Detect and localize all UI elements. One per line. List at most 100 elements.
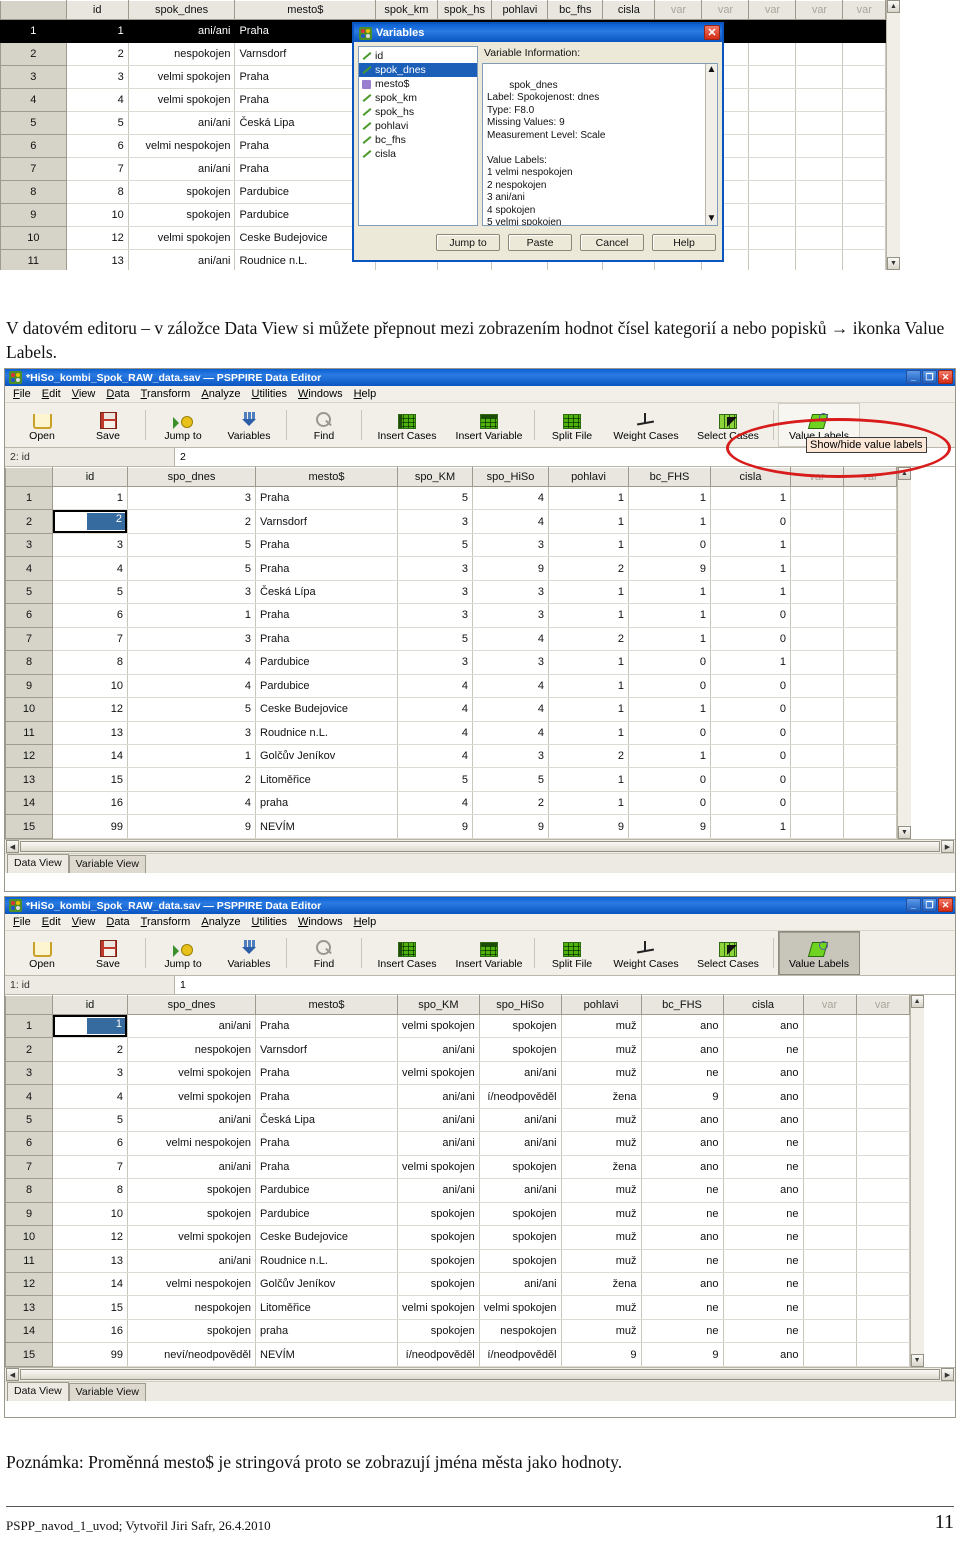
cell-spo_HiSo[interactable]: ani/ani	[479, 1061, 562, 1086]
cell-pohlavi[interactable]: 1	[548, 603, 629, 628]
cell-var[interactable]	[803, 1225, 857, 1250]
menu-item-windows[interactable]: Windows	[298, 916, 343, 928]
cell-spo_KM[interactable]: spokojen	[397, 1272, 480, 1297]
cell-bc_FHS[interactable]: 1	[628, 744, 711, 769]
cell-spo_KM[interactable]: 5	[397, 486, 473, 511]
column-header-var-9[interactable]: var	[701, 0, 750, 20]
horizontal-scroll-thumb[interactable]	[20, 841, 940, 852]
cell-spo_dnes[interactable]: spokojen	[127, 1319, 256, 1344]
cell-var[interactable]	[748, 203, 797, 227]
cell-spo_HiSo[interactable]: ani/ani	[479, 1178, 562, 1203]
cell-cisla[interactable]: 0	[710, 509, 791, 534]
cell-id[interactable]: 5	[66, 111, 129, 135]
table-row[interactable]: 3 3 5 Praha 5 3 1 0 1	[5, 532, 897, 558]
cell-spo_dnes[interactable]: ani/ani	[127, 1249, 256, 1273]
cell-cisla[interactable]: ne	[723, 1202, 804, 1227]
cell-spo_dnes[interactable]: 4	[127, 650, 256, 675]
cell-spo_dnes[interactable]: nespokojen	[127, 1295, 256, 1320]
cell-id[interactable]: 4	[52, 556, 128, 581]
table-row[interactable]: 1 1 ani/ani Praha velmi spokojen spokojen muž a…	[5, 1013, 910, 1039]
cell-mesto$[interactable]: Pardubice	[255, 674, 398, 699]
cell-spo_KM[interactable]: velmi spokojen	[397, 1295, 480, 1320]
row-header[interactable]: 11	[0, 249, 67, 270]
minimize-button[interactable]: _	[906, 370, 921, 384]
cell-spo_dnes[interactable]: nespokojen	[127, 1037, 256, 1062]
cell-id[interactable]: 15	[52, 767, 128, 792]
cell-id[interactable]: 12	[52, 1225, 128, 1250]
cell-id[interactable]: 6	[66, 134, 129, 158]
cell-bc_FHS[interactable]: ano	[641, 1108, 724, 1133]
dialog-button-help[interactable]: Help	[652, 234, 716, 251]
cell-mesto$[interactable]: Varnsdorf	[255, 509, 398, 534]
cell-cisla[interactable]: ne	[723, 1249, 804, 1273]
cell-spo_dnes[interactable]: velmi nespokojen	[127, 1272, 256, 1297]
cell-spo_HiSo[interactable]: 4	[472, 697, 549, 722]
menu-item-analyze[interactable]: Analyze	[201, 916, 240, 928]
table-row[interactable]: 4 4 velmi spokojen Praha ani/ani í/neodpovědě…	[5, 1084, 910, 1109]
table-row[interactable]: 12 14 velmi nespokojen Golčův Jeníkov spokoj…	[5, 1271, 910, 1297]
column-header-mesto-2[interactable]: mesto$	[255, 995, 398, 1015]
cell-spo_HiSo[interactable]: 3	[472, 744, 549, 769]
row-header[interactable]: 2	[5, 509, 53, 534]
cell-var[interactable]	[843, 721, 897, 745]
toolbar-button-jump-to[interactable]: Jump to	[150, 403, 216, 447]
menu-item-view[interactable]: View	[72, 388, 96, 400]
cell-pohlavi[interactable]: muž	[561, 1202, 642, 1227]
cell-pohlavi[interactable]: žena	[561, 1084, 642, 1109]
cell-bc_FHS[interactable]: 0	[628, 533, 711, 558]
cell-var[interactable]	[856, 1014, 910, 1039]
table-row[interactable]: 5 5 3 Česká Lípa 3 3 1 1 1	[5, 579, 897, 605]
cell-var[interactable]	[843, 744, 897, 769]
cell-id[interactable]: 1	[52, 1014, 128, 1039]
cell-var[interactable]	[843, 650, 897, 675]
cell-var[interactable]	[748, 134, 797, 158]
cell-cisla[interactable]: ano	[723, 1178, 804, 1203]
column-header-pohlavi-5[interactable]: pohlavi	[548, 467, 629, 487]
cell-id[interactable]: 15	[52, 1295, 128, 1320]
cell-id[interactable]: 99	[52, 814, 128, 839]
cell-pohlavi[interactable]: muž	[561, 1295, 642, 1320]
dialog-button-paste[interactable]: Paste	[508, 234, 572, 251]
row-header[interactable]: 10	[5, 1225, 53, 1250]
cell-bc_FHS[interactable]: ano	[641, 1014, 724, 1039]
column-header-spo_HiSo-4[interactable]: spo_HiSo	[478, 995, 562, 1015]
cell-var[interactable]	[748, 19, 797, 43]
data-grid-table-labels[interactable]: id spo_dnes mesto$ spo_KM spo_HiSo pohlavi bc_…	[5, 995, 910, 1367]
vertical-scrollbar[interactable]: ▲ ▼	[897, 467, 911, 839]
column-header-id-0[interactable]: id	[52, 467, 128, 487]
column-header-spo_KM-3[interactable]: spo_KM	[397, 467, 473, 487]
cell-cisla[interactable]: 1	[710, 486, 791, 511]
cell-mesto$[interactable]: Golčův Jeníkov	[255, 744, 398, 769]
cell-cisla[interactable]: 1	[710, 533, 791, 558]
cell-spo_HiSo[interactable]: 4	[472, 627, 549, 652]
cell-var[interactable]	[842, 226, 886, 250]
cell-id[interactable]: 16	[52, 1319, 128, 1344]
cell-cisla[interactable]: ne	[723, 1037, 804, 1062]
cell-var[interactable]	[842, 157, 886, 181]
cell-spo_HiSo[interactable]: nespokojen	[479, 1319, 562, 1344]
window-controls[interactable]: _ ❐ ✕	[906, 898, 953, 912]
table-row[interactable]: 10 12 5 Ceske Budejovice 4 4 1 1 0	[5, 697, 897, 722]
cell-spo_HiSo[interactable]: 4	[472, 486, 549, 511]
menu-item-edit[interactable]: Edit	[42, 388, 61, 400]
cell-spok_dnes[interactable]: ani/ani	[128, 249, 236, 270]
cell-var[interactable]	[842, 203, 886, 227]
cell-pohlavi[interactable]: 1	[548, 721, 629, 745]
cell-var[interactable]	[843, 814, 897, 839]
cell-id[interactable]: 8	[66, 180, 129, 204]
cell-bc_FHS[interactable]: 0	[628, 650, 711, 675]
table-row[interactable]: 14 16 spokojen praha spokojen nespokojen muž ne…	[5, 1318, 910, 1344]
cell-spo_KM[interactable]: ani/ani	[397, 1037, 480, 1062]
cell-var[interactable]	[795, 134, 844, 158]
toolbar-button-jump-to[interactable]: Jump to	[150, 931, 216, 975]
cell-spo_HiSo[interactable]: í/neodpověděl	[479, 1084, 562, 1109]
variable-list-item-pohlavi[interactable]: pohlavi	[359, 119, 477, 133]
cell-spok_dnes[interactable]: velmi spokojen	[128, 226, 236, 250]
cell-spo_HiSo[interactable]: í/neodpověděl	[479, 1342, 562, 1367]
cell-bc_FHS[interactable]: ano	[641, 1272, 724, 1297]
cell-var[interactable]	[856, 1202, 910, 1227]
variables-dialog[interactable]: Variables ✕ id spok_dnes mesto$ spok_km spok…	[352, 22, 724, 262]
cell-pohlavi[interactable]: muž	[561, 1249, 642, 1273]
table-row[interactable]: 11 13 ani/ani Roudnice n.L. spokojen spokojen…	[5, 1248, 910, 1273]
column-header-mesto-2[interactable]: mesto$	[234, 0, 377, 20]
